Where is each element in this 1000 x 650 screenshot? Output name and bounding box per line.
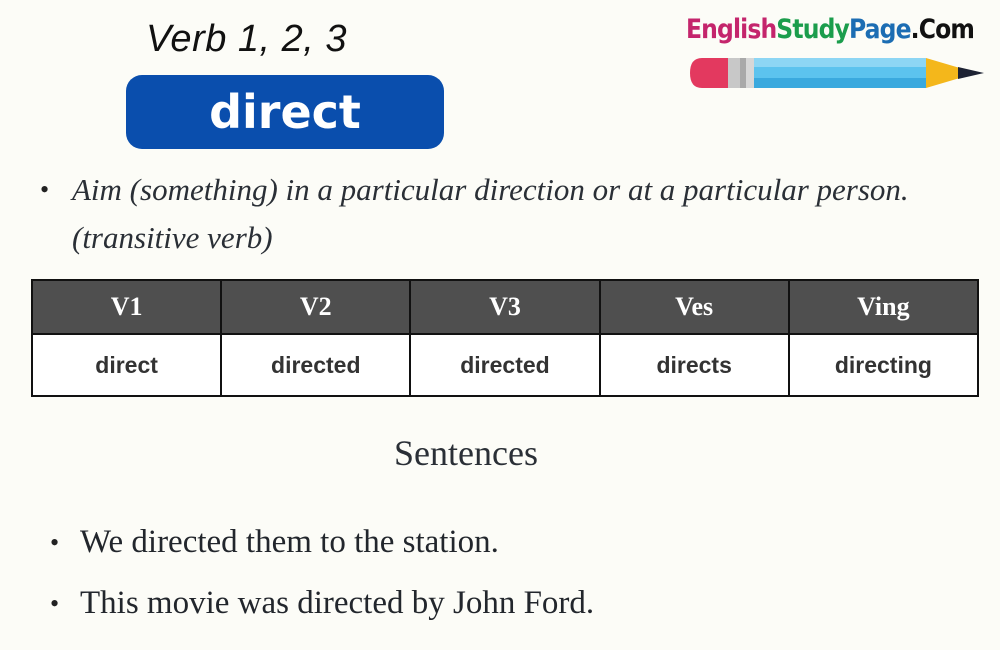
page-subtitle: Verb 1, 2, 3	[146, 18, 348, 60]
bullet-icon: •	[50, 588, 60, 618]
verb-title: direct	[209, 85, 361, 139]
cell-v3: directed	[409, 333, 601, 397]
table-row: direct directed directed directs directi…	[30, 333, 980, 397]
definition-text: Aim (something) in a particular directio…	[72, 172, 909, 255]
sentences-list: • We directed them to the station. • Thi…	[50, 512, 594, 634]
definition: • Aim (something) in a particular direct…	[40, 166, 970, 262]
sentences-heading: Sentences	[394, 433, 538, 473]
header-v3: V3	[409, 279, 601, 335]
list-item: • This movie was directed by John Ford.	[50, 573, 594, 634]
sentence-text: We directed them to the station.	[80, 524, 499, 560]
table-header-row: V1 V2 V3 Ves Ving	[30, 279, 980, 335]
pencil-icon	[690, 58, 984, 88]
definition-item: • Aim (something) in a particular direct…	[40, 166, 970, 262]
cell-ving: directing	[787, 333, 980, 397]
header-ves: Ves	[598, 279, 790, 335]
logo-text: EnglishStudyPage.Com	[686, 14, 975, 45]
site-logo[interactable]: EnglishStudyPage.Com	[686, 14, 991, 96]
header-v2: V2	[220, 279, 412, 335]
cell-ves: directs	[598, 333, 790, 397]
header-v1: V1	[30, 279, 223, 335]
bullet-icon: •	[40, 175, 50, 204]
sentence-text: This movie was directed by John Ford.	[80, 585, 595, 621]
verb-forms-table: V1 V2 V3 Ves Ving direct directed direct…	[30, 279, 980, 397]
verb-badge: direct	[126, 75, 444, 149]
list-item: • We directed them to the station.	[50, 512, 594, 573]
bullet-icon: •	[50, 527, 60, 557]
cell-v1: direct	[30, 333, 223, 397]
header-ving: Ving	[787, 279, 980, 335]
cell-v2: directed	[220, 333, 412, 397]
